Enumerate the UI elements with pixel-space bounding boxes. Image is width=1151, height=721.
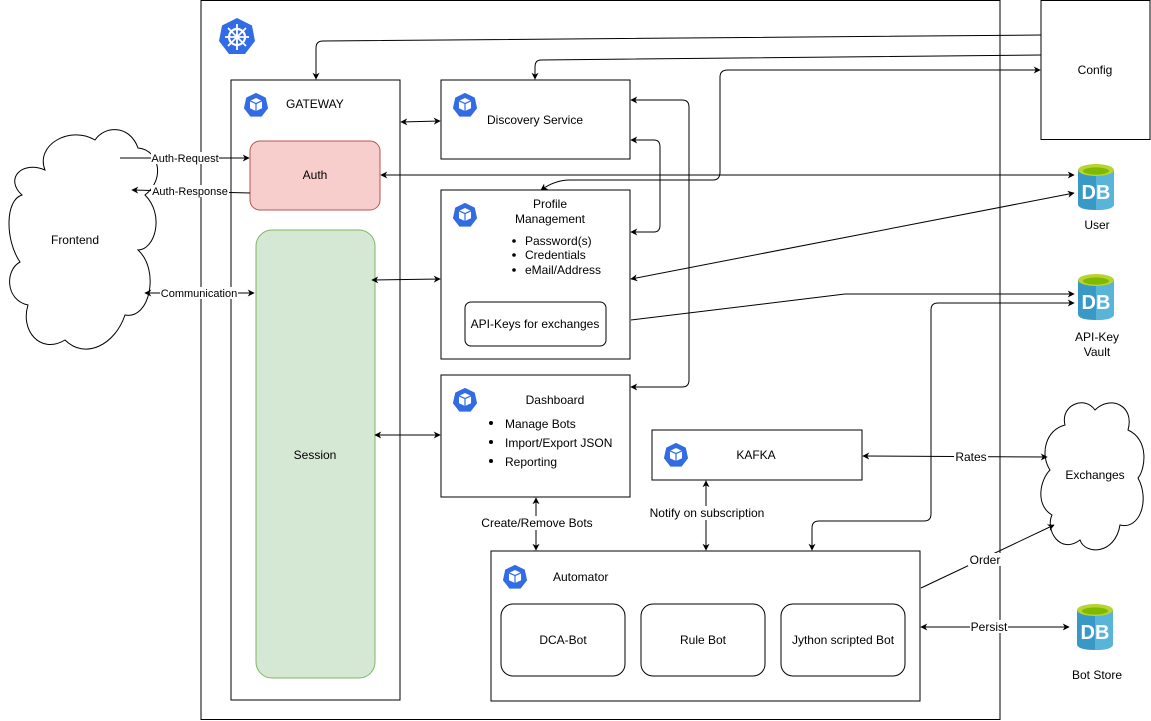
automator-box[interactable]: Automator DCA-Bot Rule Bot Jython script… [490,550,921,702]
edge-label-auth-request: Auth-Request [151,153,218,165]
bot-card-label: Jython scripted Bot [792,633,895,647]
edge-label-persist: Persist [971,620,1008,634]
edge-label-communication: Communication [161,288,237,300]
frontend-cloud[interactable]: Frontend [8,129,159,350]
user-db-label: User [1084,218,1109,232]
bot-card-label: Rule Bot [680,633,727,647]
api-keys-label: API-Keys for exchanges [471,317,600,331]
dashboard-bullet: Import/Export JSON [505,436,612,450]
vault-db-label-line1: API-Key [1075,330,1119,344]
database-icon [1078,274,1114,320]
auth-box[interactable]: Auth [249,140,381,211]
profile-bullet: eMail/Address [525,263,601,277]
config-box[interactable]: Config [1040,0,1151,140]
discovery-label: Discovery Service [487,113,583,127]
kafka-label: KAFKA [736,448,775,462]
exchanges-label: Exchanges [1065,468,1124,482]
edge-label-create-remove-bots: Create/Remove Bots [481,516,592,530]
edge-label-order: Order [970,553,1001,567]
api-keys-box[interactable]: API-Keys for exchanges [464,301,607,347]
edge-label-notify: Notify on subscription [650,506,765,520]
automator-label: Automator [553,570,608,584]
edge-label-auth-response: Auth-Response [152,186,228,198]
architecture-diagram: DB Frontend GATEWAY Auth Session [8,0,1151,720]
discovery-service-box[interactable]: Discovery Service [440,79,631,160]
kafka-box[interactable]: KAFKA [651,429,863,481]
dashboard-box[interactable]: Dashboard Manage Bots Import/Export JSON… [440,374,631,498]
profile-label-line1: Profile [533,197,567,211]
gateway-label: GATEWAY [286,97,344,111]
session-box[interactable]: Session [255,229,376,679]
user-database[interactable]: User [1078,164,1114,232]
auth-label: Auth [303,168,328,182]
bot-card-label: DCA-Bot [539,633,587,647]
api-key-vault-database[interactable]: API-Key Vault [1075,274,1119,359]
session-label: Session [294,448,337,462]
vault-db-label-line2: Vault [1084,345,1111,359]
profile-label-line2: Management [515,212,586,226]
bot-card[interactable]: Rule Bot [640,603,766,677]
frontend-label: Frontend [51,233,99,247]
dashboard-label: Dashboard [526,393,585,407]
config-label: Config [1078,63,1113,77]
bot-card[interactable]: Jython scripted Bot [780,603,906,677]
dashboard-bullet: Manage Bots [505,417,576,431]
edge-label-rates: Rates [955,450,986,464]
profile-bullet: Password(s) [525,234,592,248]
profile-bullet: Credentials [525,248,586,262]
database-icon [1077,604,1113,650]
bot-card[interactable]: DCA-Bot [500,603,626,677]
bot-store-database[interactable]: Bot Store [1072,604,1122,682]
bot-store-label: Bot Store [1072,668,1122,682]
exchanges-cloud[interactable]: Exchanges [1040,402,1145,551]
dashboard-bullet: Reporting [505,455,557,469]
database-icon [1078,164,1114,210]
profile-management-box[interactable]: Profile Management Password(s) Credentia… [440,189,631,360]
